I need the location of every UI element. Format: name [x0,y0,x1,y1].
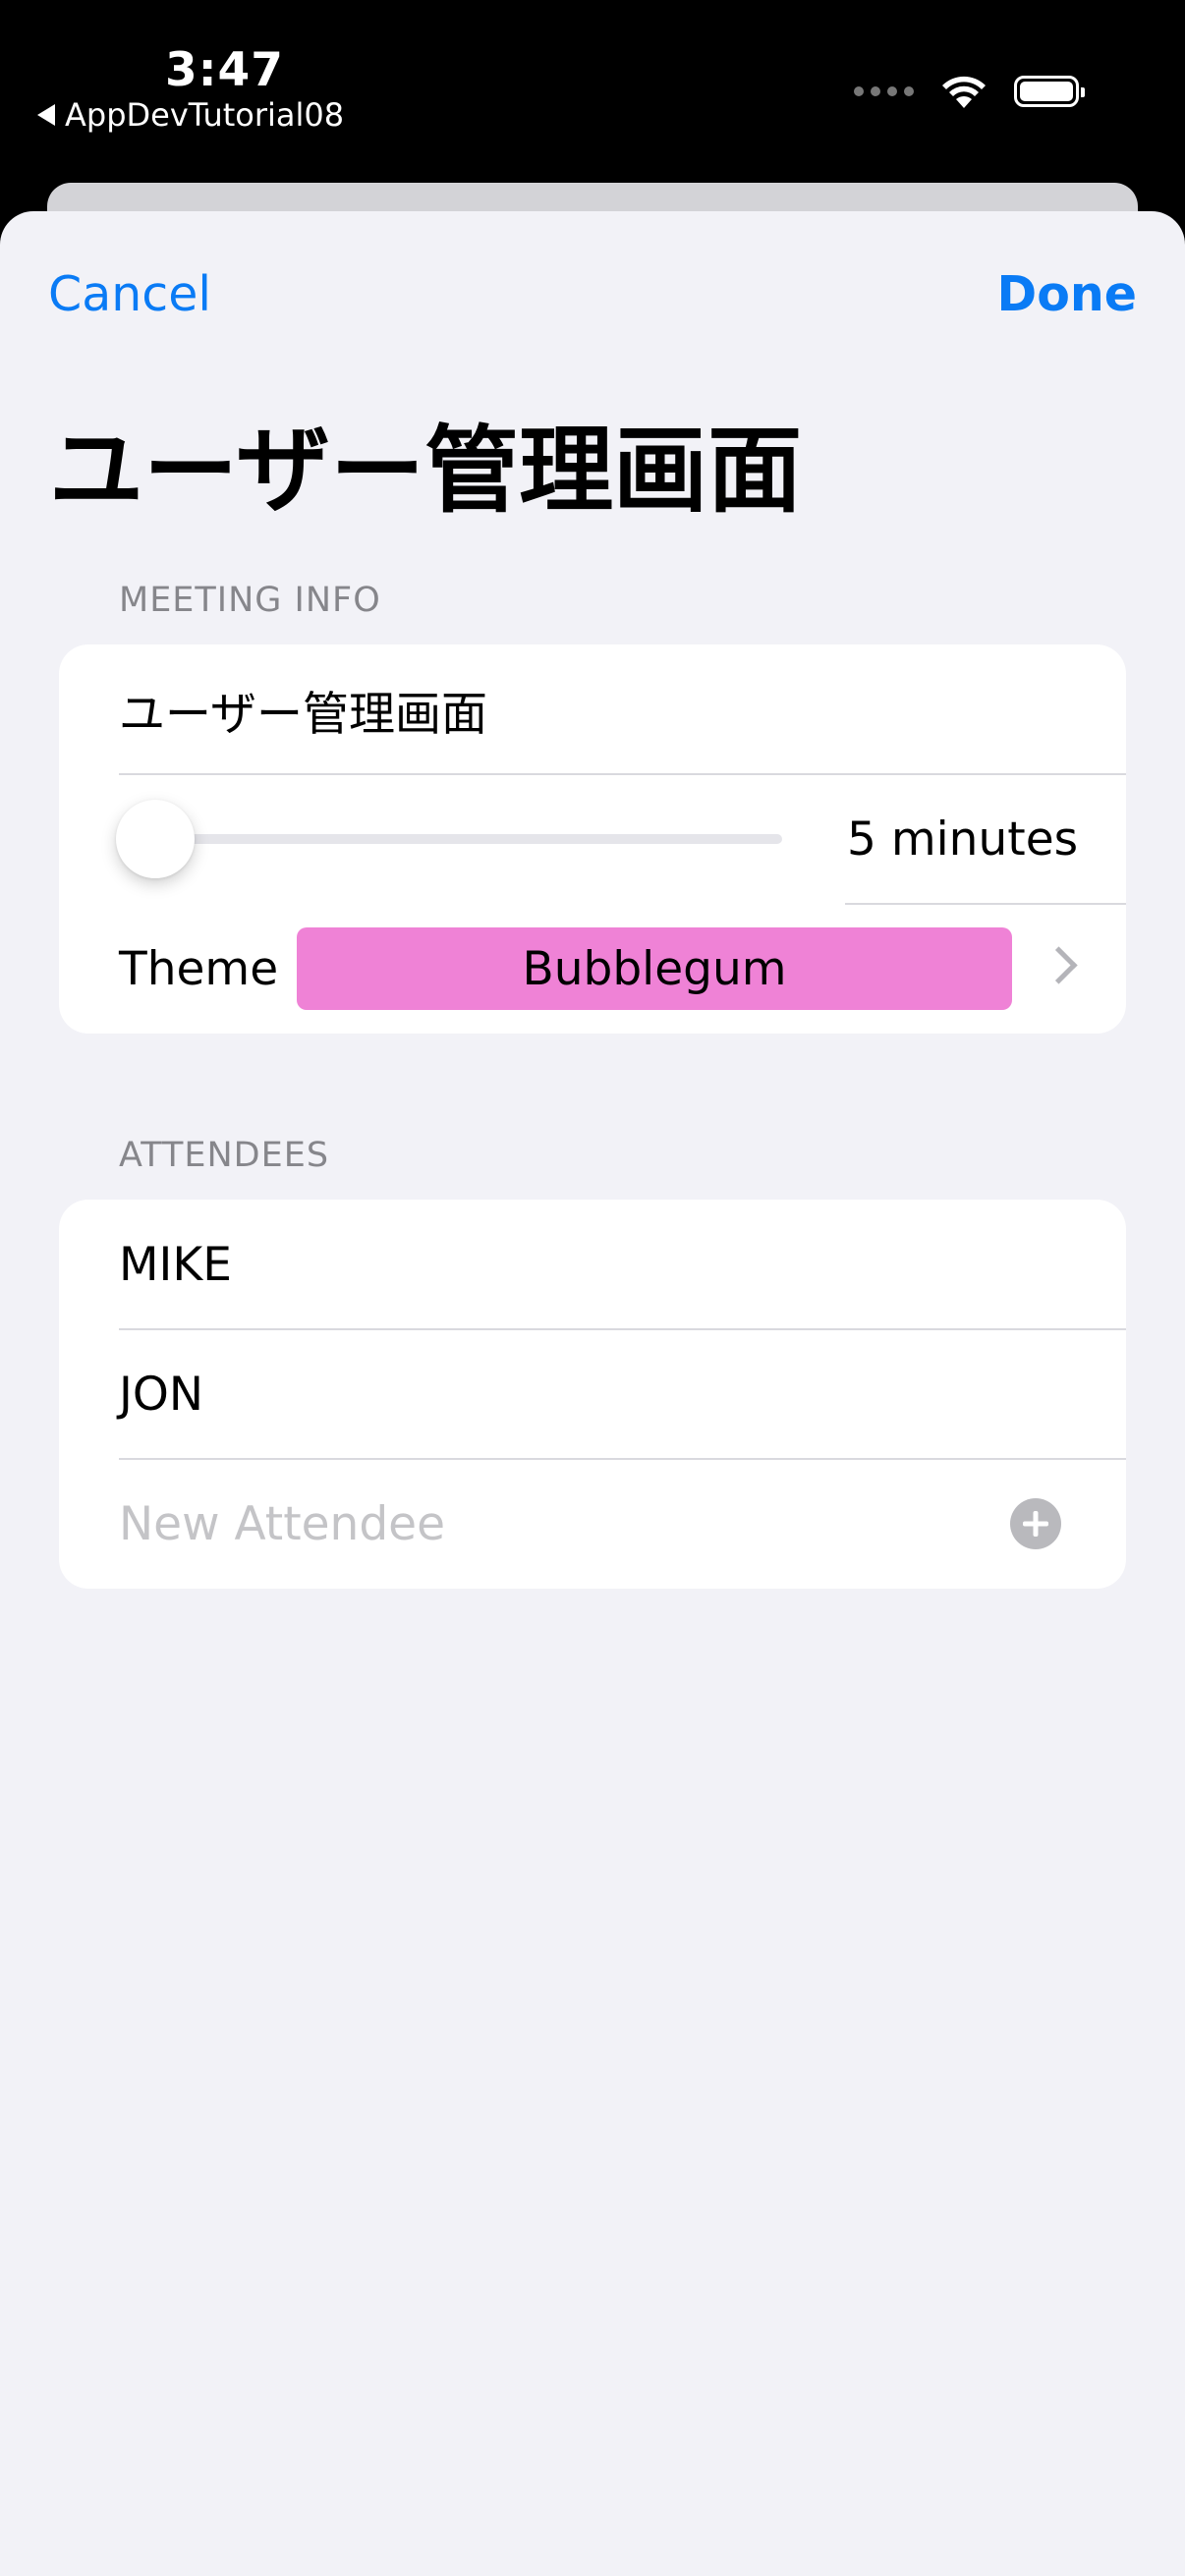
meeting-info-card: ユーザー管理画面 5 minutes Theme Bubblegum [59,644,1126,1034]
attendee-row[interactable]: MIKE [59,1200,1126,1329]
screen: 3:47 AppDevTutorial08 Cancel Done ユーザー管理… [0,0,1185,2576]
new-attendee-row [59,1459,1126,1589]
theme-row[interactable]: Theme Bubblegum [59,904,1126,1034]
page-title: ユーザー管理画面 [49,416,803,526]
title-field-row[interactable]: ユーザー管理画面 [59,644,1126,774]
attendee-row[interactable]: JON [59,1329,1126,1459]
attendees-card: MIKE JON [59,1200,1126,1589]
back-app-label: AppDevTutorial08 [65,96,345,134]
cancel-button[interactable]: Cancel [48,266,211,322]
new-attendee-input[interactable] [119,1496,905,1551]
theme-label: Theme [119,941,279,996]
meeting-info-header: MEETING INFO [119,581,381,620]
length-row: 5 minutes [59,774,1126,904]
attendees-header: ATTENDEES [119,1136,330,1175]
add-attendee-plus-icon[interactable] [1010,1498,1061,1549]
back-to-app-link[interactable]: AppDevTutorial08 [37,96,344,134]
length-slider-track[interactable] [155,834,782,844]
done-button[interactable]: Done [997,266,1137,322]
length-slider-thumb[interactable] [116,800,195,878]
attendee-name: MIKE [119,1237,232,1292]
attendee-name: JON [119,1367,204,1422]
signal-dots-icon [854,86,914,96]
status-time: 3:47 [165,43,284,97]
edit-sheet: Cancel Done ユーザー管理画面 MEETING INFO ユーザー管理… [0,211,1185,2576]
theme-picker-value[interactable]: Bubblegum [297,927,1012,1010]
battery-icon [1014,76,1085,107]
chevron-right-icon [1040,946,1078,984]
status-indicators [854,73,1085,110]
back-triangle-icon [37,104,55,126]
length-label: 5 minutes [847,812,1079,867]
title-field[interactable]: ユーザー管理画面 [119,676,487,744]
wifi-icon [942,76,986,108]
